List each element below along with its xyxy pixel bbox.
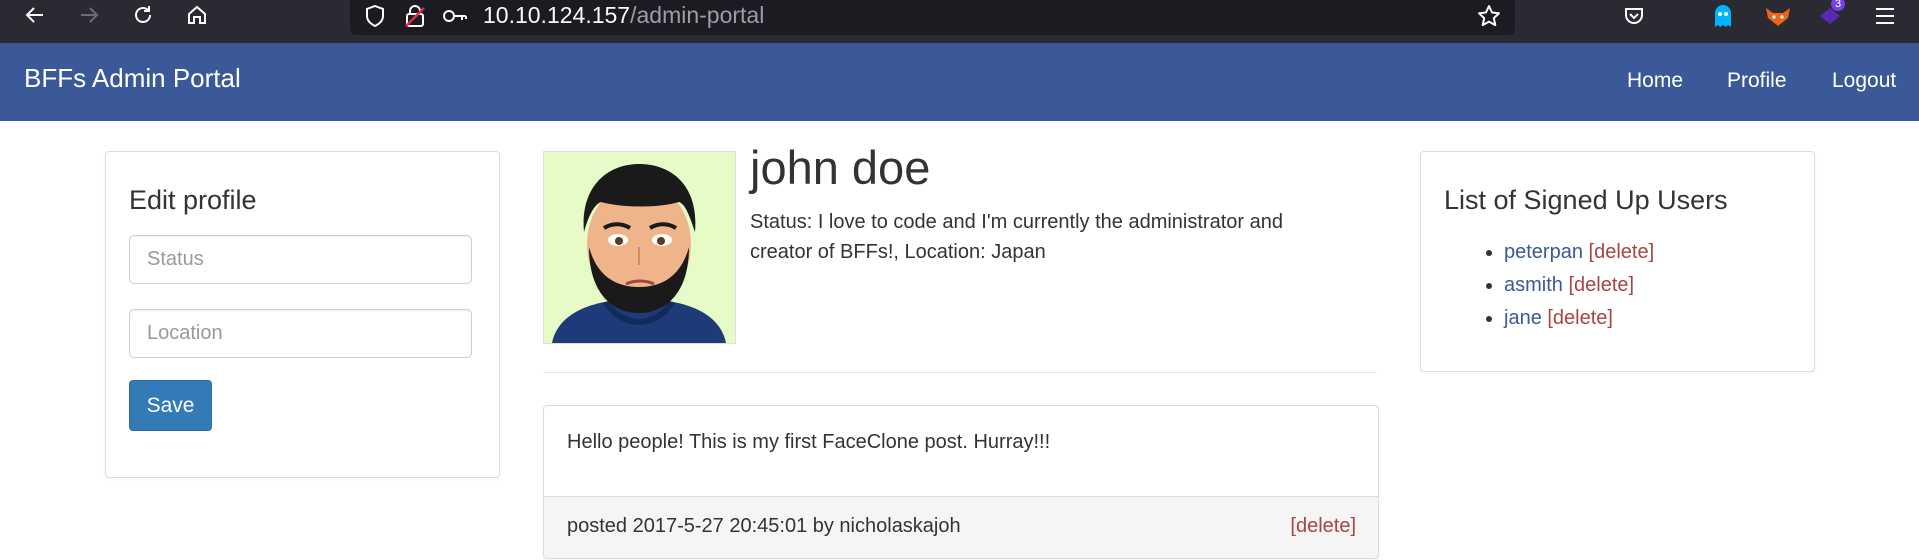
profile-divider: [543, 372, 1377, 373]
profile-status-text: Status: I love to code and I'm currently…: [750, 211, 1283, 263]
home-icon[interactable]: [180, 0, 214, 29]
user-link-jane[interactable]: jane: [1504, 307, 1542, 329]
insecure-lock-icon[interactable]: [402, 3, 428, 29]
users-heading: List of Signed Up Users: [1444, 185, 1728, 215]
post-body: Hello people! This is my first FaceClone…: [567, 431, 1051, 453]
post-meta: posted 2017-5-27 20:45:01 by nicholaskaj…: [567, 515, 961, 537]
status-input[interactable]: [129, 235, 472, 284]
browser-toolbar: 10.10.124.157/admin-portal 3: [0, 0, 1919, 43]
pocket-icon[interactable]: [1619, 1, 1649, 31]
user-link-peterpan[interactable]: peterpan: [1504, 241, 1583, 263]
list-item: jane [delete]: [1504, 302, 1654, 335]
top-navbar: BFFs Admin Portal Home Profile Logout: [0, 43, 1919, 121]
edit-profile-panel: Edit profile Save: [105, 151, 500, 478]
profile-name: john doe: [750, 141, 931, 194]
fox-extension-icon[interactable]: [1763, 1, 1793, 31]
list-item: asmith [delete]: [1504, 269, 1654, 302]
save-button[interactable]: Save: [129, 380, 212, 431]
user-link-asmith[interactable]: asmith: [1504, 274, 1563, 296]
extension-with-badge-icon[interactable]: 3: [1815, 0, 1846, 31]
reload-icon[interactable]: [126, 0, 160, 29]
edit-profile-heading: Edit profile: [129, 185, 257, 215]
forward-icon[interactable]: [72, 0, 106, 29]
bookmark-star-icon[interactable]: [1476, 3, 1502, 29]
key-icon[interactable]: [442, 3, 468, 29]
back-icon[interactable]: [18, 0, 52, 29]
ghost-extension-icon[interactable]: [1708, 1, 1738, 31]
user-delete-peterpan[interactable]: [delete]: [1589, 241, 1655, 263]
post-card: Hello people! This is my first FaceClone…: [543, 405, 1379, 559]
users-list: peterpan [delete] asmith [delete] jane […: [1470, 236, 1654, 335]
location-input[interactable]: [129, 309, 472, 358]
post-delete-link[interactable]: [delete]: [1290, 515, 1356, 538]
profile-avatar: [543, 151, 736, 344]
signed-up-users-panel: List of Signed Up Users peterpan [delete…: [1420, 151, 1815, 372]
user-delete-asmith[interactable]: [delete]: [1568, 274, 1634, 296]
url-bar[interactable]: 10.10.124.157/admin-portal: [350, 0, 1515, 35]
user-delete-jane[interactable]: [delete]: [1547, 307, 1613, 329]
list-item: peterpan [delete]: [1504, 236, 1654, 269]
nav-home-link[interactable]: Home: [1627, 69, 1683, 93]
url-text[interactable]: 10.10.124.157/admin-portal: [483, 2, 764, 29]
post-footer: posted 2017-5-27 20:45:01 by nicholaskaj…: [544, 496, 1378, 558]
nav-logout-link[interactable]: Logout: [1832, 69, 1896, 93]
nav-profile-link[interactable]: Profile: [1727, 69, 1787, 93]
brand-title[interactable]: BFFs Admin Portal: [24, 63, 241, 94]
menu-icon[interactable]: [1870, 1, 1900, 31]
shield-icon[interactable]: [362, 3, 388, 29]
